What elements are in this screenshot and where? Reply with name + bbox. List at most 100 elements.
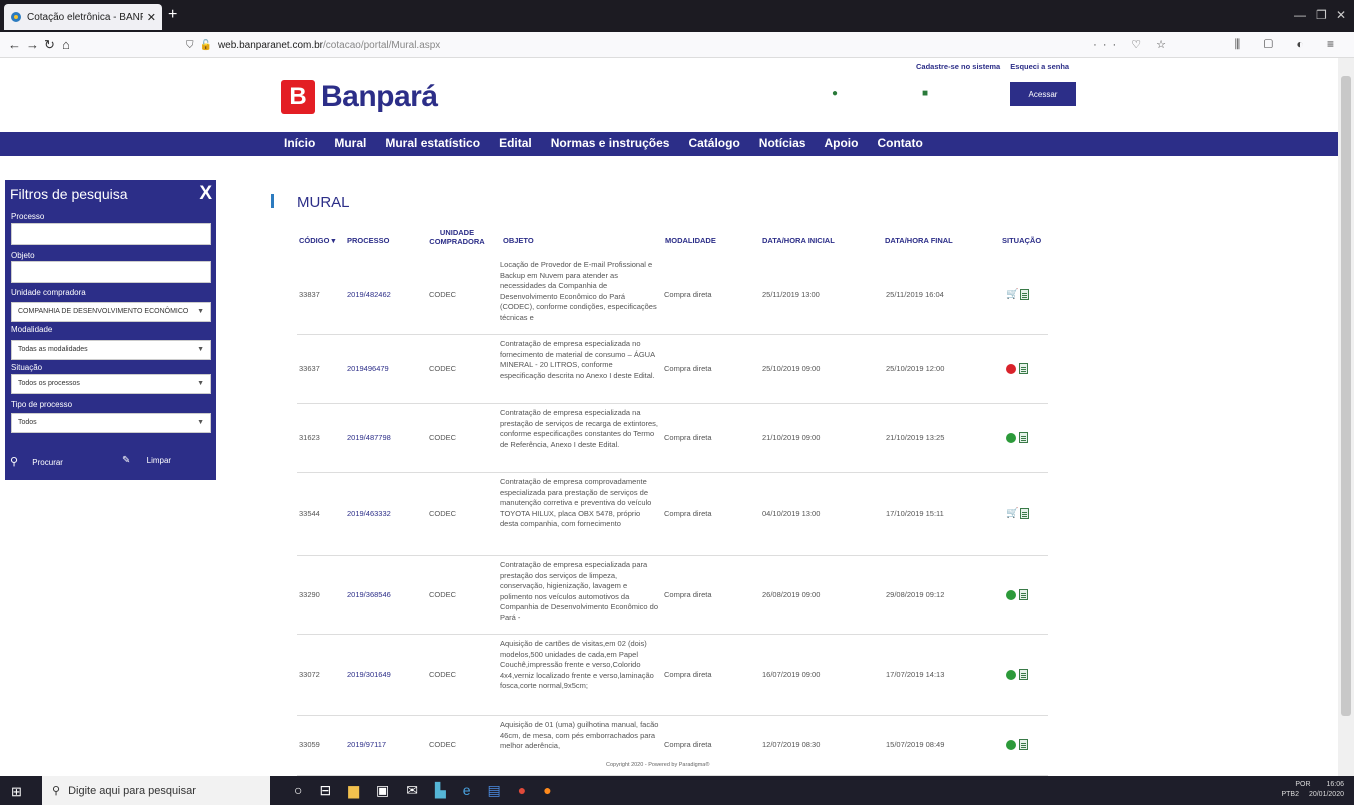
new-tab-button[interactable]: + [168,6,177,24]
row-separator [297,715,1048,716]
check-icon[interactable] [1006,739,1016,750]
row-inicio: 25/11/2019 13:00 [762,290,820,299]
objeto-input[interactable] [11,261,211,283]
row-situacao [1006,589,1028,600]
cortana-icon[interactable]: ○ [294,782,302,799]
unidade-select[interactable]: COMPANHIA DE DESENVOLVIMENTO ECONÔMICO ▼ [11,302,211,322]
row-unidade: CODEC [429,670,457,679]
cancel-icon[interactable] [1006,363,1016,374]
row-processo-link[interactable]: 2019/301649 [347,670,391,679]
nav-inicio[interactable]: Início [284,136,315,150]
row-modalidade: Compra direta [664,364,712,373]
app-l-icon[interactable]: ▙ [435,782,446,799]
file-explorer-icon[interactable]: ▆ [348,782,359,799]
firefox-icon[interactable]: ● [543,782,551,799]
col-situacao: SITUAÇÃO [1002,236,1042,245]
taskbar-search[interactable]: ⚲ Digite aqui para pesquisar [42,776,270,805]
store-icon[interactable]: ▣ [376,782,389,799]
situacao-select[interactable]: Todos os processos ▼ [11,374,211,394]
tipo-select[interactable]: Todos ▼ [11,413,211,433]
mail-icon[interactable]: ✉ [406,782,418,799]
nav-contato[interactable]: Contato [877,136,922,150]
minimize-icon[interactable]: — [1294,8,1306,22]
tray-layout: PTB2 [1281,791,1299,798]
document-icon[interactable] [1020,289,1029,300]
row-codigo: 33837 [299,290,320,299]
check-icon[interactable] [1006,432,1016,443]
restore-icon[interactable]: ❐ [1316,8,1327,22]
row-situacao: 🛒 [1006,289,1029,300]
row-processo-link[interactable]: 2019/482462 [347,290,391,299]
logo-text: Banpará [321,80,438,113]
page-scrollbar[interactable] [1338,58,1354,776]
row-processo-link[interactable]: 2019/97117 [347,740,386,749]
nav-normas[interactable]: Normas e instruções [551,136,670,150]
nav-noticias[interactable]: Notícias [759,136,806,150]
url-bar[interactable]: ⛉ 🔓 web.banparanet.com.br /cotacao/porta… [186,35,1176,55]
clear-button[interactable]: ✎ Limpar [122,455,171,466]
reload-icon[interactable]: ↻ [44,37,55,53]
tab-title: Cotação eletrônica - BANPARÁ [27,11,143,23]
document-icon[interactable] [1020,508,1029,519]
row-processo-link[interactable]: 2019/368546 [347,590,391,599]
tab-close-icon[interactable]: ✕ [147,11,156,24]
unidade-value: COMPANHIA DE DESENVOLVIMENTO ECONÔMICO [18,308,189,315]
check-icon[interactable] [1006,589,1016,600]
password-field[interactable]: ■ [922,82,994,104]
document-icon[interactable] [1019,432,1028,443]
nav-edital[interactable]: Edital [499,136,532,150]
cart-icon[interactable]: 🛒 [1006,289,1018,300]
forgot-password-link[interactable]: Esqueci a senha [1010,62,1069,71]
username-field[interactable]: ● [832,82,904,104]
home-icon[interactable]: ⌂ [62,37,70,52]
url-actions-icons[interactable]: ··· ♡ ☆ [1093,38,1172,51]
search-button[interactable]: ⚲ Procurar [10,455,63,468]
system-tray[interactable]: POR 16:06 PTB2 20/01/2020 [1281,780,1344,800]
row-processo-link[interactable]: 2019496479 [347,364,389,373]
forward-icon[interactable]: → [26,37,39,52]
row-processo-link[interactable]: 2019/487798 [347,433,391,442]
row-fim: 29/08/2019 09:12 [886,590,945,599]
document-icon[interactable] [1019,363,1028,374]
search-icon: ⚲ [52,785,61,797]
scrollbar-thumb[interactable] [1341,76,1351,716]
url-path: /cotacao/portal/Mural.aspx [323,39,441,51]
label-modalidade: Modalidade [11,325,53,334]
row-modalidade: Compra direta [664,670,712,679]
modalidade-select[interactable]: Todas as modalidades ▼ [11,340,211,360]
check-icon[interactable] [1006,669,1016,680]
task-view-icon[interactable]: ⊟ [319,782,331,799]
row-objeto: Contratação de empresa especializada na … [500,408,659,449]
row-processo-link[interactable]: 2019/463332 [347,509,391,518]
row-unidade: CODEC [429,433,457,442]
cart-icon[interactable]: 🛒 [1006,508,1018,519]
chrome-icon[interactable]: ● [518,782,526,799]
document-icon[interactable] [1019,739,1028,750]
back-icon[interactable]: ← [8,37,21,52]
outlook-icon[interactable]: ▤ [488,782,501,799]
nav-mural-estatistico[interactable]: Mural estatístico [385,136,480,150]
row-unidade: CODEC [429,740,457,749]
chevron-down-icon: ▼ [197,308,204,315]
banpara-logo[interactable]: B Banpará [281,80,438,114]
nav-apoio[interactable]: Apoio [824,136,858,150]
col-unidade: UNIDADE COMPRADORA [429,228,485,246]
browser-toolbar-icons[interactable]: ⫼ ▢ ◐ ≡ [1235,37,1344,52]
col-codigo[interactable]: CÓDIGO ▾ [299,236,335,245]
sidebar-close-icon[interactable]: X [199,183,212,205]
nav-catalogo[interactable]: Catálogo [688,136,739,150]
browser-tab[interactable]: Cotação eletrônica - BANPARÁ ✕ [4,4,162,30]
register-link[interactable]: Cadastre-se no sistema [916,62,1000,71]
edge-icon[interactable]: e [463,782,471,799]
login-button[interactable]: Acessar [1010,82,1076,106]
tipo-value: Todos [18,419,37,426]
close-window-icon[interactable]: ✕ [1336,8,1346,22]
row-unidade: CODEC [429,290,457,299]
windows-start-icon[interactable]: ⊞ [11,784,22,800]
processo-input[interactable] [11,223,211,245]
nav-mural[interactable]: Mural [334,136,366,150]
document-icon[interactable] [1019,669,1028,680]
document-icon[interactable] [1019,589,1028,600]
row-objeto: Aquisição de 01 (uma) guilhotina manual,… [500,720,659,750]
col-processo: PROCESSO [347,236,390,245]
